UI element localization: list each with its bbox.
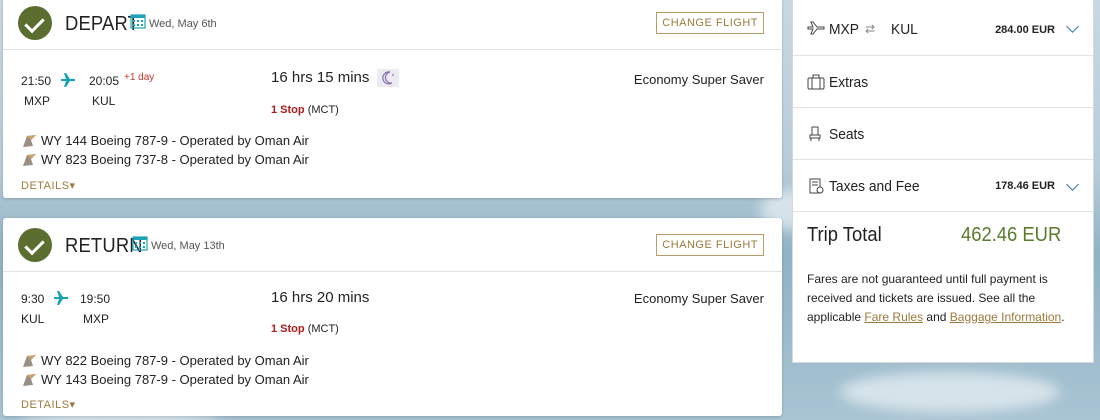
calendar-icon <box>130 14 146 29</box>
return-details-toggle[interactable]: DETAILS▾ <box>21 398 76 411</box>
note-suffix: . <box>1061 310 1065 324</box>
caret-down-icon: ▾ <box>69 180 76 192</box>
return-segment-text: WY 822 Boeing 787-9 - Operated by Oman A… <box>41 353 309 368</box>
return-destination-code: MXP <box>83 312 110 326</box>
depart-plus-day: +1 day <box>124 72 155 83</box>
route-amount: 284.00 EUR <box>995 24 1055 36</box>
airline-tail-icon <box>23 153 36 166</box>
receipt-icon <box>809 178 824 194</box>
depart-details-toggle[interactable]: DETAILS▾ <box>21 179 76 192</box>
extras-label: Extras <box>829 74 869 91</box>
return-origin-code: KUL <box>21 312 45 326</box>
plane-icon <box>807 21 825 35</box>
return-stops: 1 Stop (MCT) <box>271 323 339 335</box>
airline-tail-icon <box>23 354 36 367</box>
chevron-down-icon[interactable] <box>1066 20 1079 33</box>
trip-total-amount: 462.46 EUR <box>961 224 1062 246</box>
taxes-amount: 178.46 EUR <box>995 180 1055 192</box>
return-card-header: RETURN Wed, May 13th CHANGE FLIGHT <box>3 218 782 272</box>
depart-segment-text: WY 144 Boeing 787-9 - Operated by Oman A… <box>41 133 309 148</box>
depart-details-label: DETAILS <box>21 180 70 192</box>
depart-stops: 1 Stop (MCT) <box>271 104 339 116</box>
seats-row[interactable]: Seats <box>793 108 1093 160</box>
baggage-information-link[interactable]: Baggage Information <box>950 310 1061 324</box>
fare-disclaimer: Fares are not guaranteed until full paym… <box>807 270 1085 327</box>
airline-tail-icon <box>23 373 36 386</box>
note-and: and <box>926 310 947 324</box>
moon-icon <box>377 69 399 87</box>
fare-rules-link[interactable]: Fare Rules <box>864 310 923 324</box>
depart-stops-count: 1 Stop <box>271 104 305 116</box>
swap-arrows-icon: ⇄ <box>865 22 876 36</box>
check-icon <box>18 6 52 40</box>
depart-segment: WY 144 Boeing 787-9 - Operated by Oman A… <box>21 133 309 148</box>
return-departure-time: 9:30 <box>21 292 45 306</box>
return-duration: 16 hrs 20 mins <box>271 289 370 306</box>
depart-stops-via: (MCT) <box>307 104 339 116</box>
return-segment: WY 143 Boeing 787-9 - Operated by Oman A… <box>21 372 309 387</box>
check-icon <box>18 228 52 262</box>
depart-change-flight-button[interactable]: CHANGE FLIGHT <box>656 12 764 34</box>
return-flight-card: RETURN Wed, May 13th CHANGE FLIGHT 9:30 … <box>3 218 782 416</box>
suitcase-icon <box>807 74 825 90</box>
depart-departure-time: 21:50 <box>21 74 52 88</box>
trip-summary-panel: MXP ⇄ KUL 284.00 EUR Extras Seats Taxes … <box>792 0 1094 363</box>
airline-tail-icon <box>23 134 36 147</box>
depart-arrival-time: 20:05 <box>89 74 120 88</box>
route-to: KUL <box>891 21 918 38</box>
taxes-label: Taxes and Fee <box>829 178 920 195</box>
depart-flight-card: DEPART Wed, May 6th CHANGE FLIGHT 21:50 … <box>3 0 782 198</box>
return-segment-text: WY 143 Boeing 787-9 - Operated by Oman A… <box>41 372 309 387</box>
chevron-down-icon[interactable] <box>1066 178 1079 191</box>
caret-down-icon: ▾ <box>69 399 76 411</box>
route-from: MXP <box>829 21 859 38</box>
depart-segment-text: WY 823 Boeing 737-8 - Operated by Oman A… <box>41 152 309 167</box>
return-details-label: DETAILS <box>21 399 70 411</box>
return-cabin-class: Economy Super Saver <box>633 291 764 306</box>
return-date: Wed, May 13th <box>151 240 225 252</box>
depart-date: Wed, May 6th <box>149 18 217 30</box>
return-stops-count: 1 Stop <box>271 323 305 335</box>
return-segment: WY 822 Boeing 787-9 - Operated by Oman A… <box>21 353 309 368</box>
return-change-flight-button[interactable]: CHANGE FLIGHT <box>656 234 764 256</box>
depart-origin-code: MXP <box>24 94 51 108</box>
cloud-decoration <box>840 372 1060 412</box>
calendar-icon <box>132 236 148 251</box>
taxes-row[interactable]: Taxes and Fee 178.46 EUR <box>793 160 1093 212</box>
route-price-row[interactable]: MXP ⇄ KUL 284.00 EUR <box>793 0 1093 56</box>
plane-icon <box>54 291 68 305</box>
extras-row[interactable]: Extras <box>793 56 1093 108</box>
depart-destination-code: KUL <box>92 94 116 108</box>
seat-icon <box>809 126 821 141</box>
depart-title: DEPART <box>65 13 140 35</box>
trip-total-label: Trip Total <box>807 224 882 246</box>
depart-segment: WY 823 Boeing 737-8 - Operated by Oman A… <box>21 152 309 167</box>
return-arrival-time: 19:50 <box>80 292 111 306</box>
return-stops-via: (MCT) <box>307 323 339 335</box>
seats-label: Seats <box>829 126 865 143</box>
plane-icon <box>61 73 75 87</box>
depart-card-header: DEPART Wed, May 6th CHANGE FLIGHT <box>3 0 782 50</box>
depart-duration: 16 hrs 15 mins <box>271 69 370 86</box>
depart-cabin-class: Economy Super Saver <box>633 72 764 87</box>
